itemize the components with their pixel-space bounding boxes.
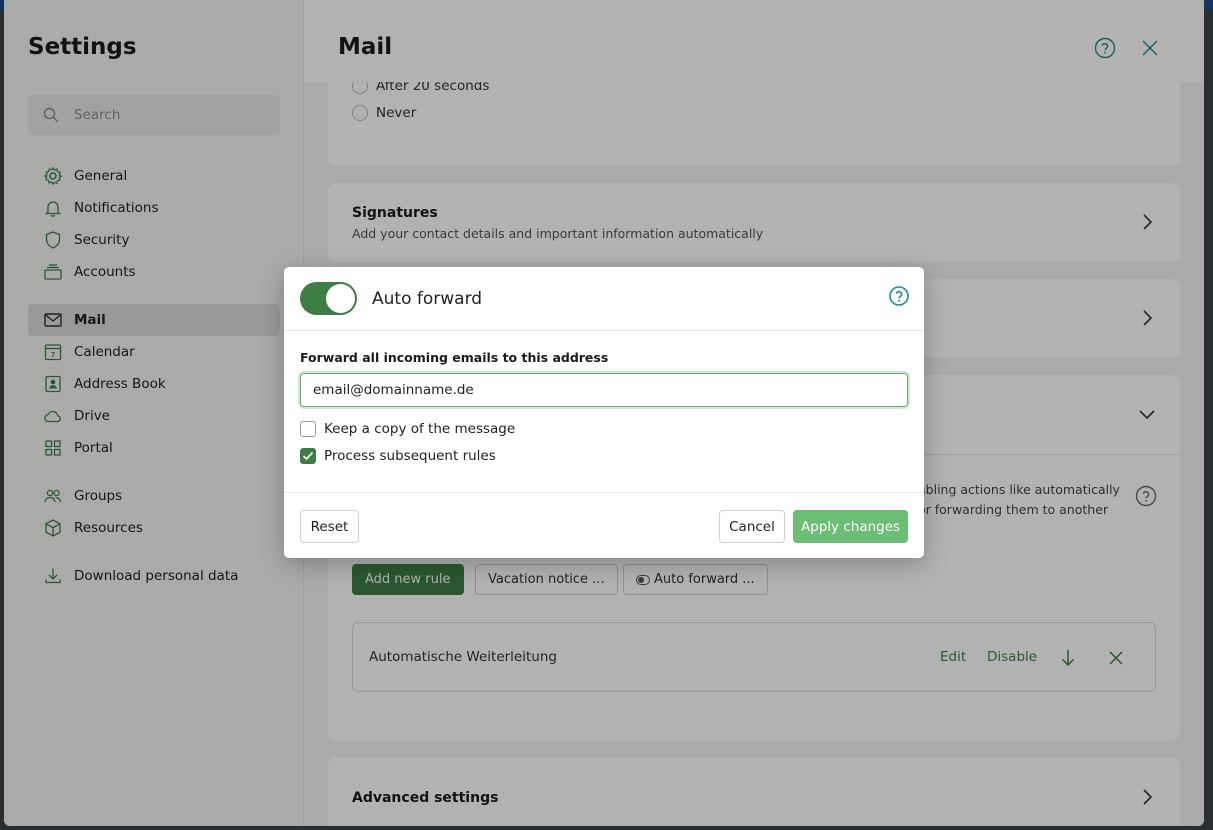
- keep-copy-label: Keep a copy of the message: [324, 421, 516, 437]
- process-rules-checkbox[interactable]: [300, 448, 316, 464]
- keep-copy-option[interactable]: Keep a copy of the message: [300, 421, 515, 437]
- process-rules-option[interactable]: Process subsequent rules: [300, 448, 496, 464]
- auto-forward-toggle[interactable]: [300, 282, 357, 315]
- reset-button[interactable]: Reset: [300, 510, 359, 543]
- dialog-title: Auto forward: [372, 289, 483, 309]
- apply-changes-button[interactable]: Apply changes: [793, 510, 908, 543]
- help-icon[interactable]: [888, 285, 910, 307]
- dialog-footer: Reset Cancel Apply changes: [284, 492, 924, 558]
- forward-address-label: Forward all incoming emails to this addr…: [300, 350, 609, 365]
- dialog-header: Auto forward: [284, 267, 924, 331]
- process-rules-label: Process subsequent rules: [324, 448, 496, 464]
- cancel-button[interactable]: Cancel: [719, 510, 785, 543]
- auto-forward-dialog: Auto forward Forward all incoming emails…: [284, 267, 924, 558]
- checkmark-icon: [302, 451, 314, 461]
- toggle-knob: [326, 284, 355, 313]
- forward-email-input[interactable]: [300, 373, 908, 407]
- keep-copy-checkbox[interactable]: [300, 421, 316, 437]
